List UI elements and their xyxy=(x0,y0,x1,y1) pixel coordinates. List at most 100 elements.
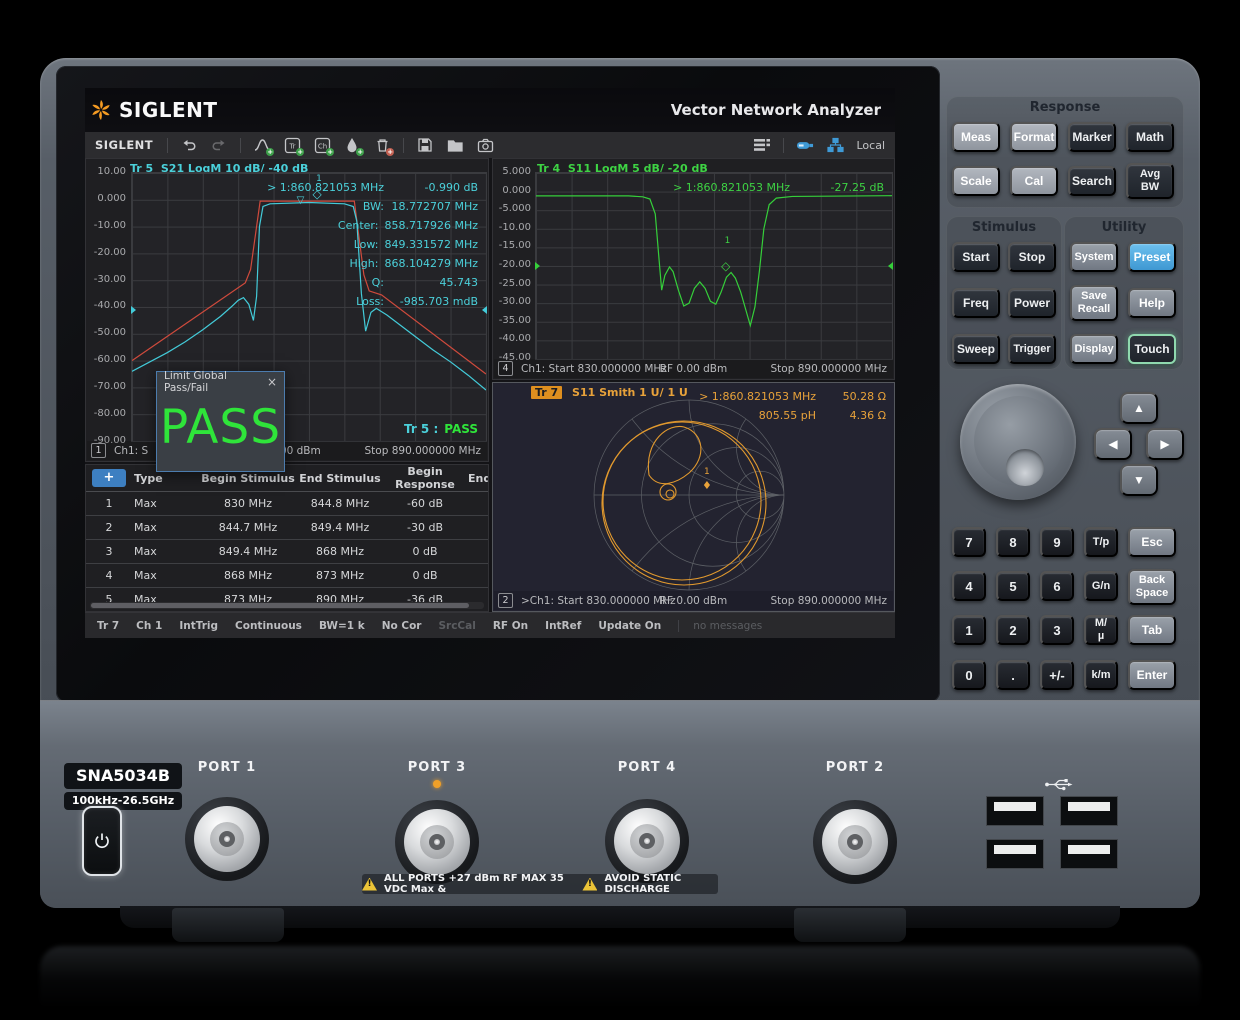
key-mega-micro[interactable]: M/µ xyxy=(1084,615,1118,645)
status-message: no messages xyxy=(678,620,762,632)
redo-icon[interactable] xyxy=(210,136,228,154)
status-correction: No Cor xyxy=(382,620,422,632)
new-trace-icon[interactable]: + xyxy=(253,136,271,154)
add-channel-icon[interactable]: Ch + xyxy=(313,136,331,154)
key-9[interactable]: 9 xyxy=(1040,527,1074,557)
tr4-marker1-label: 1 xyxy=(725,236,731,246)
system-button[interactable]: System xyxy=(1070,242,1118,272)
search-button[interactable]: Search xyxy=(1068,166,1116,196)
tr4-s11-trace xyxy=(536,196,892,326)
tr5-ref-level-left xyxy=(131,306,136,314)
dialog-title: Limit Global Pass/Fail xyxy=(164,370,267,394)
start-button[interactable]: Start xyxy=(952,242,1000,272)
limit-table: + Type Begin Stimulus End Stimulus Begin… xyxy=(85,464,489,612)
save-icon[interactable] xyxy=(416,136,434,154)
tab-button[interactable]: Tab xyxy=(1128,615,1176,645)
key-6[interactable]: 6 xyxy=(1040,571,1074,601)
usb-port-4 xyxy=(1060,839,1118,869)
key-tera-pico[interactable]: T/p xyxy=(1084,527,1118,557)
table-row[interactable]: 1Max 830 MHz844.8 MHz -60 dB xyxy=(86,492,488,516)
key-7[interactable]: 7 xyxy=(952,527,986,557)
key-plus-minus[interactable]: +/- xyxy=(1040,660,1074,690)
status-bar: Tr 7 Ch 1 IntTrig Continuous BW=1 k No C… xyxy=(85,612,895,638)
port4-label: PORT 4 xyxy=(607,760,687,775)
key-2[interactable]: 2 xyxy=(996,615,1030,645)
enter-button[interactable]: Enter xyxy=(1128,660,1176,690)
port4-connector xyxy=(605,799,689,883)
key-8[interactable]: 8 xyxy=(996,527,1030,557)
arrow-up-button[interactable]: ▲ xyxy=(1120,392,1158,424)
stop-button[interactable]: Stop xyxy=(1008,242,1056,272)
usb-port-2 xyxy=(1060,796,1118,826)
scrollbar-thumb[interactable] xyxy=(91,603,469,608)
arrow-down-button[interactable]: ▼ xyxy=(1120,464,1158,496)
port3-label: PORT 3 xyxy=(397,760,477,775)
port1-label: PORT 1 xyxy=(187,760,267,775)
usb-port-1 xyxy=(986,796,1044,826)
key-decimal[interactable]: . xyxy=(996,660,1030,690)
power-button[interactable] xyxy=(82,806,122,876)
key-3[interactable]: 3 xyxy=(1040,615,1074,645)
status-if-bandwidth: BW=1 k xyxy=(319,620,365,632)
status-active-trace: Tr 7 xyxy=(97,620,119,632)
screenshot-icon[interactable] xyxy=(476,136,494,154)
tr5-footer: 1 Ch1: S RF 0.00 dBm Stop 890.000000 MHz xyxy=(87,441,487,460)
key-5[interactable]: 5 xyxy=(996,571,1030,601)
scale-button[interactable]: Scale xyxy=(952,166,1000,196)
response-section-label: Response xyxy=(946,100,1184,115)
key-4[interactable]: 4 xyxy=(952,571,986,601)
window-layout-icon[interactable] xyxy=(753,136,771,154)
trigger-button[interactable]: Trigger xyxy=(1008,334,1056,364)
cal-button[interactable]: Cal xyxy=(1010,166,1058,196)
foot-right xyxy=(794,908,906,942)
meas-button[interactable]: Meas xyxy=(952,122,1000,152)
port1-connector xyxy=(185,797,269,881)
key-0[interactable]: 0 xyxy=(952,660,986,690)
key-1[interactable]: 1 xyxy=(952,615,986,645)
chart-panel-tr7: Tr 7 S11 Smith 1 U/ 1 U xyxy=(492,382,895,612)
power-button[interactable]: Power xyxy=(1008,288,1056,318)
close-icon[interactable]: × xyxy=(267,375,277,389)
table-row[interactable]: 4Max 868 MHz873 MHz 0 dB xyxy=(86,564,488,588)
divider xyxy=(240,138,241,153)
usb-status-icon xyxy=(796,136,814,154)
horizontal-scrollbar[interactable] xyxy=(90,602,484,609)
avg-bw-button[interactable]: Avg BW xyxy=(1126,163,1174,199)
arrow-right-button[interactable]: ▶ xyxy=(1146,428,1184,460)
tr7-footer: 2 >Ch1: Start 830.000000 MHz RF 0.00 dBm… xyxy=(494,591,893,610)
port3-connector xyxy=(395,800,479,884)
add-trace-icon[interactable]: Tr + xyxy=(283,136,301,154)
preset-button[interactable]: Preset xyxy=(1128,242,1176,272)
save-recall-button[interactable]: Save Recall xyxy=(1070,285,1118,321)
delete-icon[interactable]: + xyxy=(373,136,391,154)
touch-button[interactable]: Touch xyxy=(1128,334,1176,364)
format-button[interactable]: Format xyxy=(1010,122,1058,152)
key-giga-nano[interactable]: G/n xyxy=(1084,571,1118,601)
add-marker-icon[interactable]: + xyxy=(343,136,361,154)
backspace-button[interactable]: Back Space xyxy=(1128,569,1176,605)
tr4-y-axis: 5.0000.000-5.000 -10.00-15.00-20.00 -25.… xyxy=(493,166,531,364)
sweep-button[interactable]: Sweep xyxy=(952,334,1000,364)
status-srccal: SrcCal xyxy=(438,620,475,632)
display-button[interactable]: Display xyxy=(1070,334,1118,364)
rotary-knob[interactable] xyxy=(960,384,1076,500)
math-button[interactable]: Math xyxy=(1126,122,1174,152)
divider xyxy=(403,138,404,153)
svg-text:Ch: Ch xyxy=(317,142,326,150)
esc-button[interactable]: Esc xyxy=(1128,527,1176,557)
utility-section-label: Utility xyxy=(1064,220,1184,235)
open-icon[interactable] xyxy=(446,136,464,154)
arrow-left-button[interactable]: ◀ xyxy=(1094,428,1132,460)
help-button[interactable]: Help xyxy=(1128,288,1176,318)
table-row[interactable]: 2Max 844.7 MHz849.4 MHz -30 dB xyxy=(86,516,488,540)
window-number: 1 xyxy=(91,443,106,458)
add-limit-segment-button[interactable]: + xyxy=(92,469,126,487)
status-trigger-source: IntTrig xyxy=(179,620,218,632)
freq-button[interactable]: Freq xyxy=(952,288,1000,318)
table-row[interactable]: 3Max 849.4 MHz868 MHz 0 dB xyxy=(86,540,488,564)
port2-connector xyxy=(813,800,897,884)
undo-icon[interactable] xyxy=(180,136,198,154)
power-icon xyxy=(93,832,111,850)
key-kilo-milli[interactable]: k/m xyxy=(1084,660,1118,690)
marker-button[interactable]: Marker xyxy=(1068,122,1116,152)
